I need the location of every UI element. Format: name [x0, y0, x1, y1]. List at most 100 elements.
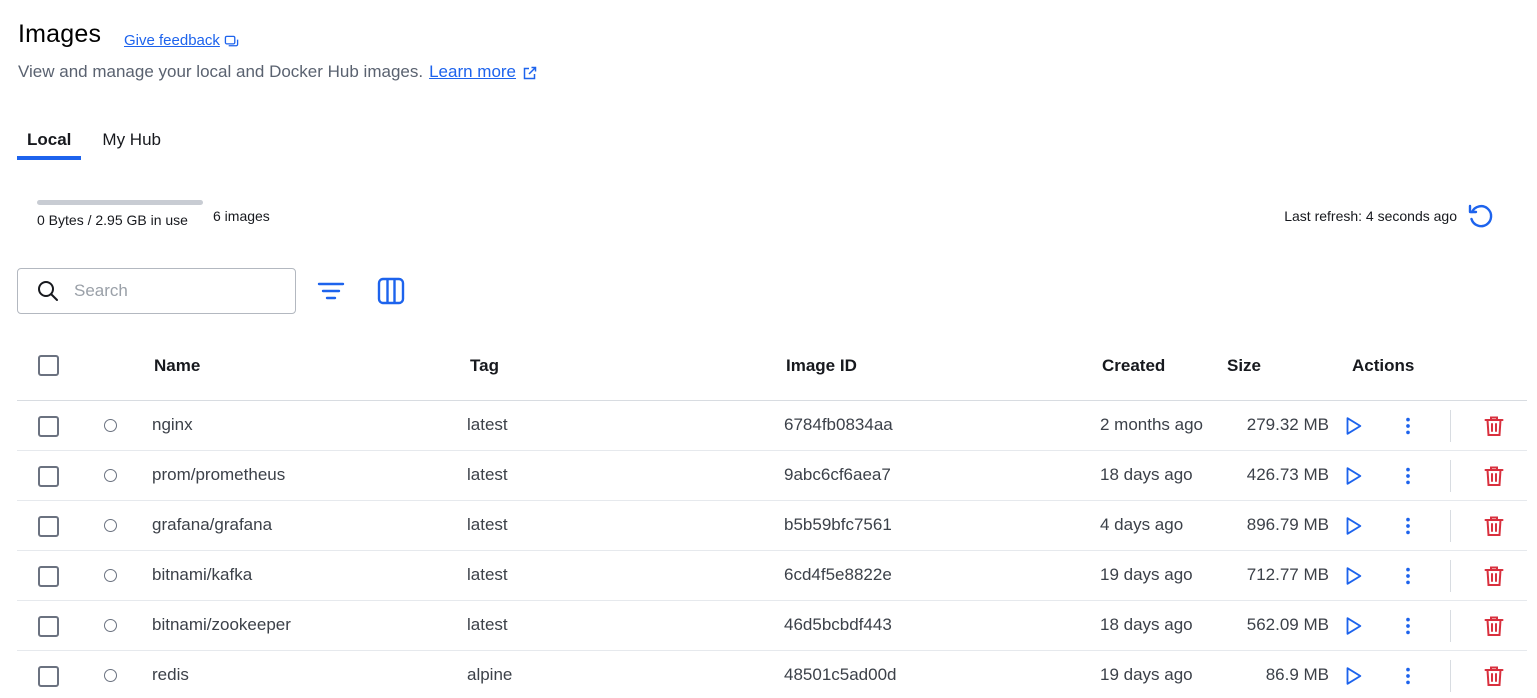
image-id: 46d5bcbdf443: [784, 615, 892, 634]
more-vertical-icon: [1406, 517, 1410, 535]
tab-local[interactable]: Local: [17, 126, 82, 160]
run-button[interactable]: [1340, 513, 1366, 539]
image-size: 86.9 MB: [1265, 665, 1329, 684]
trash-icon: [1484, 616, 1504, 636]
image-id: 48501c5ad00d: [784, 665, 897, 684]
actions-divider: [1450, 510, 1451, 542]
image-created: 19 days ago: [1100, 565, 1193, 584]
table-row: nginx latest 6784fb0834aa 2 months ago 2…: [17, 401, 1527, 451]
delete-button[interactable]: [1481, 513, 1507, 539]
more-actions-button[interactable]: [1395, 613, 1421, 639]
table-row: grafana/grafana latest b5b59bfc7561 4 da…: [17, 501, 1527, 551]
actions-divider: [1450, 560, 1451, 592]
search-icon: [38, 281, 58, 301]
table-row: prom/prometheus latest 9abc6cf6aea7 18 d…: [17, 451, 1527, 501]
run-button[interactable]: [1340, 413, 1366, 439]
image-tag: alpine: [467, 665, 513, 684]
trash-icon: [1484, 466, 1504, 486]
column-header-name[interactable]: Name: [154, 356, 200, 376]
column-header-tag[interactable]: Tag: [470, 356, 499, 376]
delete-button[interactable]: [1481, 463, 1507, 489]
learn-more-label: Learn more: [429, 62, 517, 81]
image-name[interactable]: bitnami/kafka: [152, 565, 252, 585]
filter-button[interactable]: [315, 276, 347, 306]
row-checkbox[interactable]: [38, 516, 59, 537]
run-button[interactable]: [1340, 563, 1366, 589]
trash-icon: [1484, 516, 1504, 536]
image-created: 4 days ago: [1100, 515, 1184, 534]
delete-button[interactable]: [1481, 613, 1507, 639]
column-header-size[interactable]: Size: [1227, 356, 1261, 376]
play-icon: [1346, 617, 1362, 635]
trash-icon: [1484, 566, 1504, 586]
columns-button[interactable]: [375, 275, 407, 307]
column-header-created[interactable]: Created: [1102, 356, 1165, 376]
image-tag: latest: [467, 415, 508, 434]
play-icon: [1346, 417, 1362, 435]
disk-usage-text: 0 Bytes / 2.95 GB in use: [37, 212, 188, 228]
row-checkbox[interactable]: [38, 566, 59, 587]
image-name[interactable]: grafana/grafana: [152, 515, 272, 535]
status-indicator-icon: [104, 619, 117, 632]
image-name[interactable]: nginx: [152, 415, 193, 435]
image-created: 18 days ago: [1100, 465, 1193, 484]
image-size: 279.32 MB: [1246, 415, 1329, 434]
row-checkbox[interactable]: [38, 666, 59, 687]
row-checkbox[interactable]: [38, 466, 59, 487]
play-icon: [1346, 667, 1362, 685]
image-name[interactable]: bitnami/zookeeper: [152, 615, 291, 635]
image-name[interactable]: redis: [152, 665, 189, 685]
image-count: 6 images: [213, 208, 270, 224]
more-actions-button[interactable]: [1395, 563, 1421, 589]
refresh-button[interactable]: [1465, 201, 1497, 231]
image-created: 18 days ago: [1100, 615, 1193, 634]
more-actions-button[interactable]: [1395, 413, 1421, 439]
column-header-image-id[interactable]: Image ID: [786, 356, 857, 376]
select-all-checkbox[interactable]: [38, 355, 59, 376]
run-button[interactable]: [1340, 663, 1366, 689]
image-created: 2 months ago: [1100, 415, 1204, 434]
disk-usage-bar: [37, 200, 203, 205]
table-row: bitnami/zookeeper latest 46d5bcbdf443 18…: [17, 601, 1527, 651]
row-checkbox[interactable]: [38, 416, 59, 437]
tab-bar: Local My Hub: [17, 126, 182, 160]
give-feedback-link[interactable]: Give feedback: [124, 31, 239, 49]
columns-icon: [377, 277, 405, 305]
play-icon: [1346, 567, 1362, 585]
run-button[interactable]: [1340, 463, 1366, 489]
delete-button[interactable]: [1481, 563, 1507, 589]
trash-icon: [1484, 666, 1504, 686]
more-vertical-icon: [1406, 417, 1410, 435]
image-name[interactable]: prom/prometheus: [152, 465, 285, 485]
page-subtitle: View and manage your local and Docker Hu…: [18, 62, 538, 82]
row-checkbox[interactable]: [38, 616, 59, 637]
image-tag: latest: [467, 565, 508, 584]
image-size: 896.79 MB: [1246, 515, 1329, 534]
image-id: b5b59bfc7561: [784, 515, 892, 534]
image-id: 6784fb0834aa: [784, 415, 893, 434]
table-header: Name Tag Image ID Created Size Actions: [17, 340, 1527, 401]
status-indicator-icon: [104, 669, 117, 682]
column-header-actions: Actions: [1352, 356, 1415, 375]
image-tag: latest: [467, 615, 508, 634]
tab-my-hub[interactable]: My Hub: [92, 126, 171, 160]
more-actions-button[interactable]: [1395, 663, 1421, 689]
more-actions-button[interactable]: [1395, 463, 1421, 489]
learn-more-link[interactable]: Learn more: [429, 62, 538, 82]
last-refresh-text: Last refresh: 4 seconds ago: [1284, 208, 1457, 224]
delete-button[interactable]: [1481, 663, 1507, 689]
status-indicator-icon: [104, 419, 117, 432]
image-created: 19 days ago: [1100, 665, 1193, 684]
image-tag: latest: [467, 465, 508, 484]
feedback-icon: [224, 35, 239, 47]
play-icon: [1346, 467, 1362, 485]
actions-divider: [1450, 660, 1451, 692]
search-input[interactable]: [74, 281, 274, 301]
more-actions-button[interactable]: [1395, 513, 1421, 539]
actions-divider: [1450, 460, 1451, 492]
more-vertical-icon: [1406, 567, 1410, 585]
search-field[interactable]: [17, 268, 296, 314]
delete-button[interactable]: [1481, 413, 1507, 439]
run-button[interactable]: [1340, 613, 1366, 639]
actions-divider: [1450, 610, 1451, 642]
